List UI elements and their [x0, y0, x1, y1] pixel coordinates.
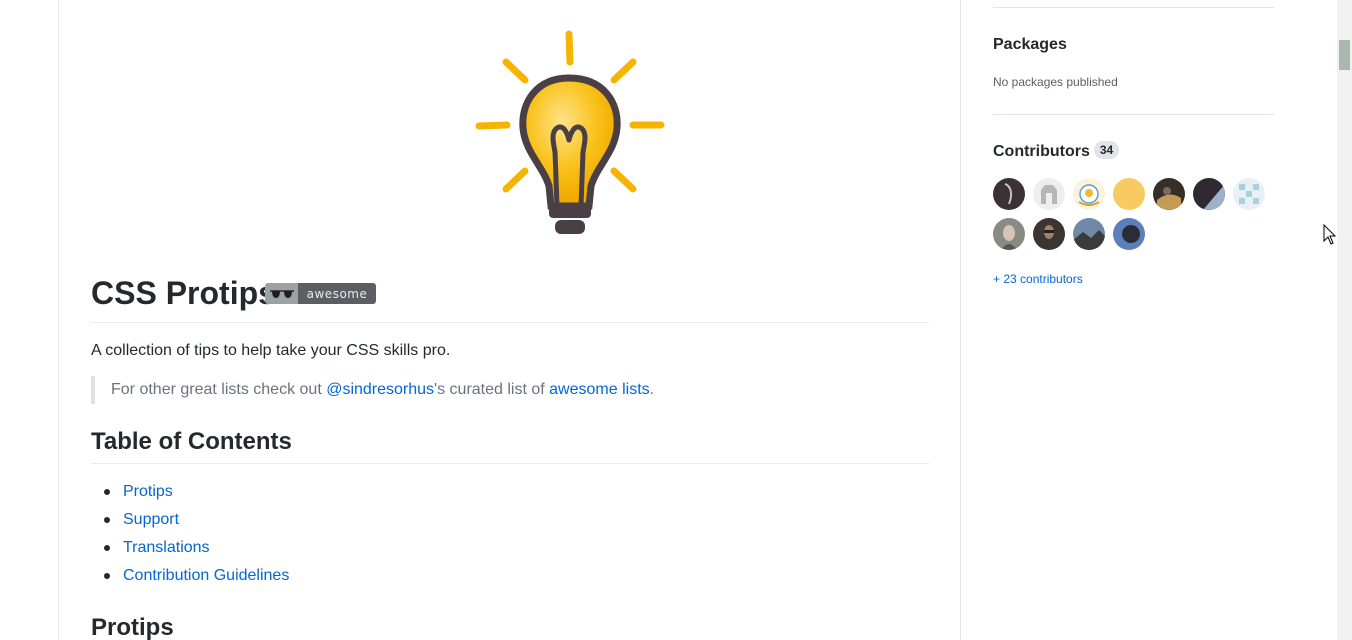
awesome-badge[interactable]: awesome	[265, 283, 376, 304]
contributors-header: Contributors 34	[993, 141, 1120, 163]
avatar[interactable]	[993, 218, 1025, 250]
lightbulb-logo-icon	[475, 30, 665, 234]
quote-suffix: .	[649, 381, 655, 398]
more-contributors-link[interactable]: + 23 contributors	[993, 270, 1083, 288]
readme-title: CSS Protips	[91, 275, 276, 311]
awesome-lists-link[interactable]: awesome lists	[549, 381, 649, 398]
list-item: Contribution Guidelines	[91, 564, 289, 592]
mouse-cursor-icon	[1323, 224, 1337, 245]
list-item: Translations	[91, 536, 289, 564]
list-item: Support	[91, 508, 289, 536]
avatar[interactable]	[1033, 218, 1065, 250]
avatar[interactable]	[993, 178, 1025, 210]
quote-prefix: For other great lists check out	[111, 381, 327, 398]
page-scrollbar[interactable]	[1337, 0, 1352, 640]
avatar[interactable]	[1073, 178, 1105, 210]
contributors-heading[interactable]: Contributors	[993, 143, 1090, 160]
avatar[interactable]	[1033, 178, 1065, 210]
toc-link-support[interactable]: Support	[123, 511, 179, 528]
toc-link-translations[interactable]: Translations	[123, 539, 210, 556]
toc-list: Protips Support Translations Contributio…	[91, 480, 289, 592]
list-item: Protips	[91, 480, 289, 508]
sidebar-divider	[993, 7, 1274, 8]
readme-description: A collection of tips to help take your C…	[91, 342, 451, 359]
toc-link-protips[interactable]: Protips	[123, 483, 173, 500]
sunglasses-icon	[265, 283, 298, 304]
contributors-count-badge: 34	[1093, 141, 1120, 159]
packages-heading[interactable]: Packages	[993, 34, 1067, 56]
readme-title-row: CSS Protips awesome	[91, 272, 929, 323]
avatar[interactable]	[1153, 178, 1185, 210]
page: CSS Protips awesome A collection of tips…	[0, 0, 1352, 640]
toc-link-contribution-guidelines[interactable]: Contribution Guidelines	[123, 567, 289, 584]
avatar[interactable]	[1113, 178, 1145, 210]
scrollbar-thumb[interactable]	[1339, 40, 1350, 70]
badge-label: awesome	[298, 283, 376, 304]
packages-empty-text: No packages published	[993, 75, 1118, 89]
toc-heading: Table of Contents	[91, 426, 929, 464]
protips-heading: Protips	[91, 614, 174, 640]
avatar[interactable]	[1113, 218, 1145, 250]
sidebar-divider	[993, 114, 1274, 115]
quote-middle: 's curated list of	[434, 381, 550, 398]
avatar[interactable]	[1233, 178, 1265, 210]
sindresorhus-link[interactable]: @sindresorhus	[326, 381, 434, 398]
avatar[interactable]	[1073, 218, 1105, 250]
blockquote: For other great lists check out @sindres…	[91, 376, 654, 404]
readme-panel: CSS Protips awesome A collection of tips…	[58, 0, 961, 640]
avatar[interactable]	[1193, 178, 1225, 210]
